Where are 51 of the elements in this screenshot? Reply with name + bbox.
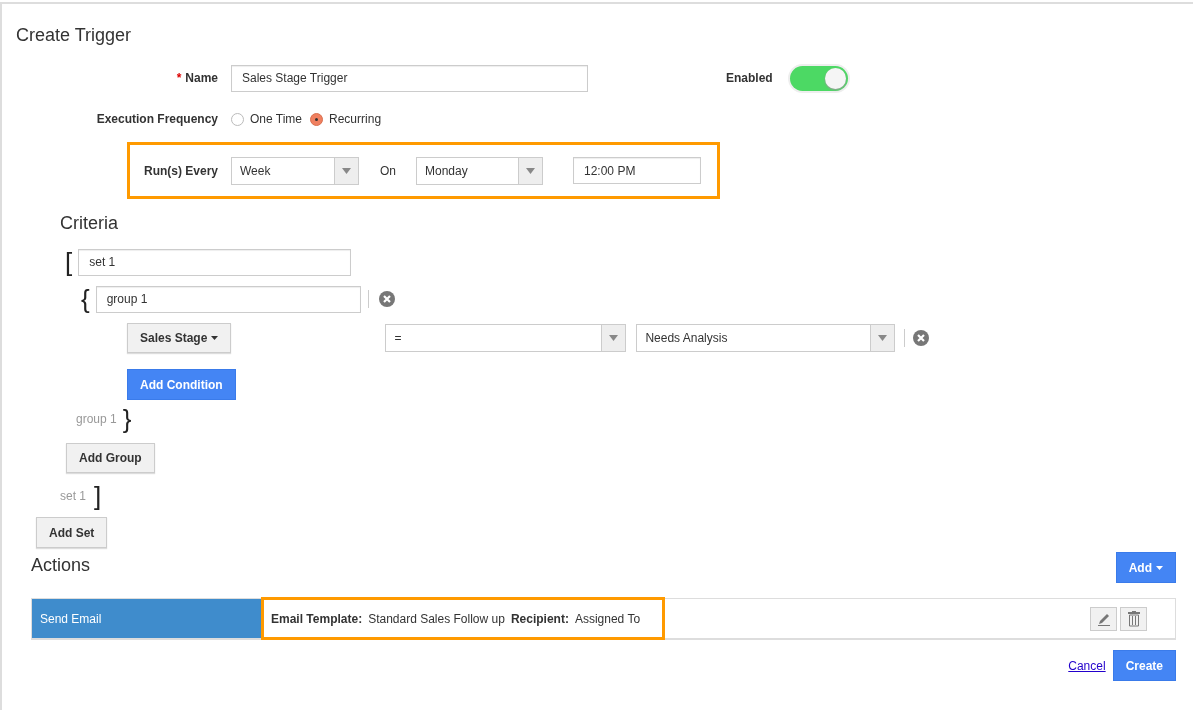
field-label: On bbox=[380, 162, 396, 180]
trash-icon bbox=[1126, 610, 1141, 627]
cancel-link[interactable]: Cancel bbox=[1068, 656, 1106, 675]
field-dropdown[interactable]: Sales Stage bbox=[127, 323, 232, 353]
field-label: Name bbox=[185, 70, 218, 87]
operator-dropdown[interactable]: = bbox=[385, 324, 627, 352]
remove-icon[interactable] bbox=[378, 291, 395, 307]
group-label: group 1 bbox=[76, 411, 117, 428]
caret-icon bbox=[609, 335, 619, 341]
detail-value: Standard Sales Follow up bbox=[368, 610, 505, 628]
set-name-field[interactable]: set 1 bbox=[78, 248, 352, 276]
add-dropdown-button[interactable]: Add bbox=[1115, 552, 1176, 583]
caret-icon bbox=[878, 335, 888, 341]
delete-button[interactable] bbox=[1120, 606, 1147, 631]
section-title: Actions bbox=[31, 554, 91, 577]
radio-label[interactable]: One Time bbox=[250, 110, 303, 128]
section-title: Criteria bbox=[60, 212, 119, 234]
dropdown[interactable]: Monday bbox=[416, 156, 543, 185]
brace: } bbox=[122, 406, 132, 432]
group-name-field[interactable]: group 1 bbox=[95, 285, 361, 313]
toggle-switch[interactable] bbox=[789, 65, 848, 91]
add-group-button[interactable]: Add Group bbox=[66, 443, 155, 473]
required-mark: * bbox=[176, 70, 182, 87]
detail-label: Recipient: bbox=[510, 610, 569, 628]
radio-label[interactable]: Recurring bbox=[329, 110, 382, 128]
action-type[interactable]: Send Email bbox=[32, 599, 261, 638]
create-button[interactable]: Create bbox=[1112, 650, 1176, 681]
set-label: set 1 bbox=[60, 488, 86, 505]
name-field[interactable]: Sales Stage Trigger bbox=[231, 64, 588, 92]
add-condition-button[interactable]: Add Condition bbox=[127, 369, 236, 400]
time-field[interactable]: 12:00 PM bbox=[573, 157, 701, 184]
caret-icon bbox=[1156, 565, 1163, 570]
bracket: [ bbox=[65, 249, 73, 275]
brace: { bbox=[81, 286, 90, 312]
edit-button[interactable] bbox=[1090, 606, 1117, 631]
radio-button[interactable] bbox=[310, 112, 324, 126]
detail-value: Assigned To bbox=[574, 610, 641, 628]
field-label: Enabled bbox=[726, 70, 773, 87]
bracket: ] bbox=[94, 483, 102, 509]
pencil-icon bbox=[1096, 611, 1111, 626]
value-dropdown[interactable]: Needs Analysis bbox=[636, 324, 896, 352]
field-label: Execution Frequency bbox=[95, 111, 218, 128]
detail-label: Email Template: bbox=[271, 610, 363, 628]
add-set-button[interactable]: Add Set bbox=[36, 517, 108, 548]
remove-icon[interactable] bbox=[913, 330, 930, 346]
caret-icon bbox=[526, 167, 535, 174]
page-title: Create Trigger bbox=[16, 24, 133, 47]
dropdown[interactable]: Week bbox=[231, 156, 359, 185]
caret-icon bbox=[211, 336, 219, 340]
caret-icon bbox=[342, 167, 351, 174]
field-label: Run(s) Every bbox=[142, 162, 218, 180]
